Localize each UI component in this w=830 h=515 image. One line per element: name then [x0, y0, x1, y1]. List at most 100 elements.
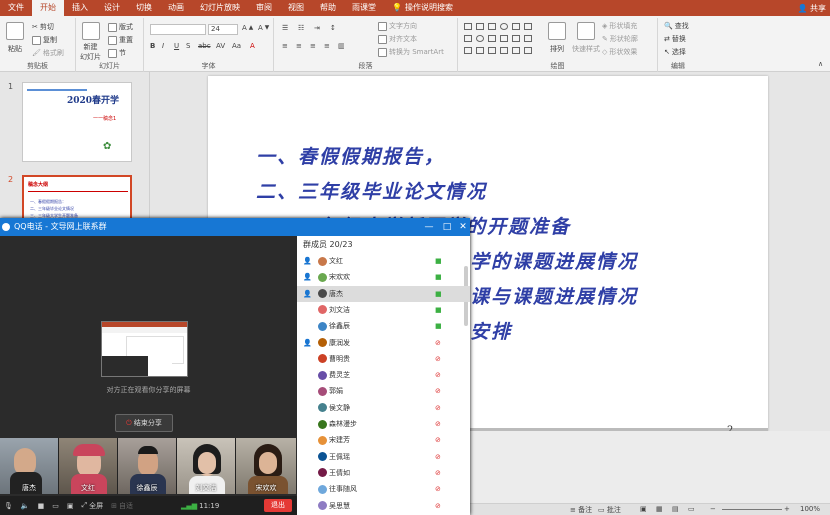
zoom-in-button[interactable]: +	[784, 505, 790, 513]
columns-button[interactable]: ▥	[338, 42, 345, 50]
member-row[interactable]: 郭娟 ⊘	[297, 383, 470, 399]
member-row[interactable]: 👤 文红 ■	[297, 253, 470, 269]
member-row[interactable]: 王佩瑶 ⊘	[297, 449, 470, 465]
copy-button[interactable]: 复制	[32, 35, 57, 45]
member-row[interactable]: 王倩如 ⊘	[297, 465, 470, 481]
font-size-combo[interactable]: 24	[208, 24, 238, 35]
align-left-button[interactable]: ≡	[282, 42, 288, 50]
comments-button[interactable]: ▭ 批注	[598, 505, 621, 515]
member-row[interactable]: 曹明贵 ⊘	[297, 351, 470, 367]
tab-rain-classroom[interactable]: 雨课堂	[344, 0, 384, 16]
section-button[interactable]: 节	[108, 48, 126, 58]
member-row[interactable]: 费灵芝 ⊘	[297, 367, 470, 383]
font-color-button[interactable]: A	[250, 42, 255, 50]
paint-bucket-icon: ◈	[602, 22, 608, 30]
member-row[interactable]: 往事随风 ⊘	[297, 481, 470, 497]
end-share-button[interactable]: ⏻ 结束分享	[115, 414, 173, 432]
tab-insert[interactable]: 插入	[64, 0, 96, 16]
minimize-button[interactable]: —	[422, 220, 436, 234]
text-direction-button[interactable]: 文字方向	[378, 21, 417, 31]
tab-slideshow[interactable]: 幻灯片放映	[192, 0, 248, 16]
font-name-combo[interactable]	[150, 24, 206, 35]
more-button[interactable]: ▣	[63, 502, 78, 510]
quick-styles-button[interactable]: 快速样式	[572, 22, 600, 54]
shape-effects-button[interactable]: ◇ 形状效果	[602, 47, 637, 57]
bullets-button[interactable]: ☰	[282, 24, 288, 32]
tab-help[interactable]: 帮助	[312, 0, 344, 16]
tab-home[interactable]: 开始	[32, 0, 64, 16]
member-row[interactable]: 吴思慧 ⊘	[297, 498, 470, 514]
share-screen-button[interactable]: ▭	[48, 502, 63, 510]
align-text-button[interactable]: 对齐文本	[378, 34, 417, 44]
change-case-button[interactable]: Aa	[232, 42, 241, 50]
video-tile[interactable]: 宋欢欢	[236, 438, 296, 494]
bold-button[interactable]: B	[150, 42, 155, 50]
qq-title-bar[interactable]: QQ电话 - 文导网上联系群	[0, 218, 470, 236]
shape-fill-button[interactable]: ◈ 形状填充	[602, 21, 637, 31]
italic-button[interactable]: I	[162, 42, 164, 50]
reading-view-button[interactable]: ▤	[672, 505, 679, 513]
tell-me-search[interactable]: 💡 操作说明搜索	[384, 0, 461, 16]
member-row[interactable]: 👤 康润发 ⊘	[297, 335, 470, 351]
select-button[interactable]: ↖ 选择	[664, 47, 686, 57]
find-button[interactable]: 🔍 查找	[664, 21, 689, 31]
collapse-ribbon-button[interactable]: ∧	[818, 60, 823, 68]
member-row[interactable]: 刘文洁 ■	[297, 302, 470, 318]
notes-button[interactable]: ≡ 备注	[570, 505, 592, 515]
strikethrough-button[interactable]: abc	[198, 42, 211, 50]
tab-design[interactable]: 设计	[96, 0, 128, 16]
paste-button[interactable]: 粘贴	[6, 22, 24, 54]
tab-transitions[interactable]: 切换	[128, 0, 160, 16]
slide-thumbnail-1[interactable]: 2020春开学 一一稿念1 ✿	[22, 82, 132, 162]
shape-outline-button[interactable]: ✎ 形状轮廓	[602, 34, 638, 44]
convert-smartart-button[interactable]: 转换为 SmartArt	[378, 47, 444, 57]
justify-button[interactable]: ≡	[324, 42, 330, 50]
zoom-slider[interactable]	[722, 509, 782, 510]
member-row[interactable]: 徐鑫辰 ■	[297, 318, 470, 334]
char-spacing-button[interactable]: AV	[216, 42, 225, 50]
layout-button[interactable]: 版式	[108, 22, 133, 32]
align-center-button[interactable]: ≡	[296, 42, 302, 50]
replace-button[interactable]: ⇄ 替换	[664, 34, 686, 44]
numbering-button[interactable]: ☷	[298, 24, 304, 32]
new-slide-button[interactable]: 新建 幻灯片	[80, 22, 101, 62]
sorter-view-button[interactable]: ▦	[656, 505, 663, 513]
slideshow-view-button[interactable]: ▭	[688, 505, 695, 513]
tab-review[interactable]: 审阅	[248, 0, 280, 16]
share-button[interactable]: 👤 共享	[797, 3, 830, 14]
microphone-button[interactable]: 🎙	[0, 502, 17, 510]
shadow-button[interactable]: S	[186, 42, 190, 50]
reset-button[interactable]: 重置	[108, 35, 133, 45]
member-row[interactable]: 👤 宋欢欢 ■	[297, 269, 470, 285]
fullscreen-button[interactable]: ⤢ 全屏	[77, 501, 107, 511]
maximize-button[interactable]: □	[440, 220, 454, 234]
member-row[interactable]: 宋建芳 ⊘	[297, 432, 470, 448]
tab-file[interactable]: 文件	[0, 0, 32, 16]
member-row[interactable]: 侯文静 ⊘	[297, 400, 470, 416]
zoom-level[interactable]: 100%	[800, 505, 820, 513]
normal-view-button[interactable]: ▣	[640, 505, 647, 513]
tab-view[interactable]: 视图	[280, 0, 312, 16]
camera-button[interactable]: ■	[34, 502, 49, 510]
video-tile[interactable]: 唐杰	[0, 438, 59, 494]
exit-call-button[interactable]: 退出	[264, 499, 292, 512]
speaker-button[interactable]: 🔈	[17, 502, 34, 510]
shrink-font-button[interactable]: A ▼	[258, 24, 269, 32]
underline-button[interactable]: U	[174, 42, 179, 50]
arrange-button[interactable]: 排列	[548, 22, 566, 54]
grow-font-button[interactable]: A ▲	[242, 24, 253, 32]
align-right-button[interactable]: ≡	[310, 42, 316, 50]
video-tile[interactable]: 文红	[59, 438, 118, 494]
zoom-out-button[interactable]: −	[710, 505, 716, 513]
fit-button[interactable]: ⊞ 自适	[107, 501, 137, 511]
line-spacing-button[interactable]: ↕	[330, 24, 336, 32]
member-row[interactable]: 森林漫步 ⊘	[297, 416, 470, 432]
close-button[interactable]: ✕	[456, 220, 470, 234]
tab-animations[interactable]: 动画	[160, 0, 192, 16]
cut-button[interactable]: ✂ 剪切	[32, 22, 54, 32]
indent-button[interactable]: ⇥	[314, 24, 320, 32]
video-tile[interactable]: 刘文洁	[177, 438, 236, 494]
format-painter-button[interactable]: 🖌 格式刷	[32, 48, 64, 58]
member-row[interactable]: 👤 唐杰 ■	[297, 285, 470, 302]
video-tile[interactable]: 徐鑫辰	[118, 438, 177, 494]
